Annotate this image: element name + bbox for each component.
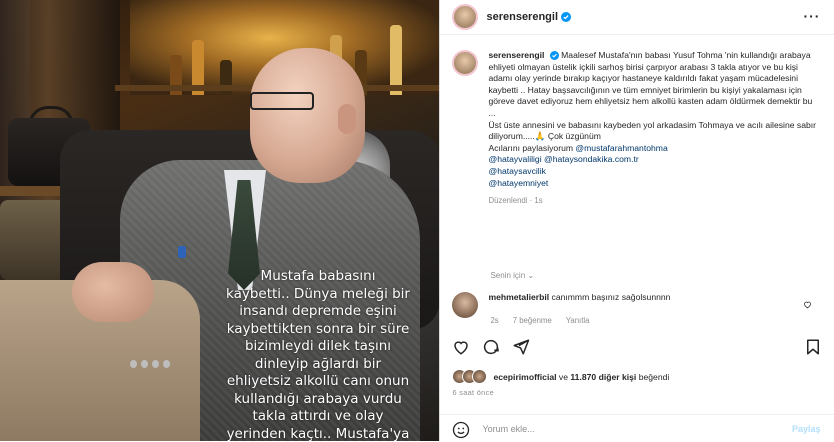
bookmark-icon[interactable] [804,338,822,356]
eyeglasses [250,92,314,110]
emoji-icon[interactable] [452,421,470,439]
author-username[interactable]: serenserengil [486,11,558,23]
comment-reply[interactable]: Yanıtla [566,316,590,325]
comment-time: 2s [490,316,499,325]
mention-link[interactable]: @hatayvaliligi @hataysondakika.com.tr [488,154,816,166]
comment-text: canımmm başınız sağolsunnnn [551,292,671,302]
comment-meta: 2s 7 beğenme Yanıtla [490,316,589,325]
comment-likes[interactable]: 7 beğenme [513,316,552,325]
hands [72,262,154,322]
other-likers-count[interactable]: 11.870 diğer kişi [570,372,636,382]
first-liker[interactable]: ecepirimofficial [493,372,556,382]
commenter-username[interactable]: mehmetalierbil [488,292,549,302]
translation-toggle[interactable]: Senin için ⌄ [490,271,534,280]
liker-avatar [472,369,488,384]
post-timestamp: 6 saat önce [452,388,494,397]
post-header: serenserengil ··· [440,0,834,35]
share-send-icon[interactable] [512,338,530,356]
verified-badge-icon [549,51,559,61]
post-caption: serenserengil Maalesef Mustafa'nın babas… [452,50,822,207]
liker-avatars [452,369,488,384]
sleeve-buttons [130,360,170,370]
like-heart-icon[interactable] [452,338,470,356]
likes-suffix: beğendi [638,371,670,382]
comment-like-icon[interactable] [803,300,812,309]
mention-link[interactable]: @mustafarahmantohma [575,143,667,153]
likes-summary: ecepirimofficial ve 11.870 diğer kişi be… [452,369,669,384]
comment-item: mehmetalierbil canımmm başınız sağolsunn… [452,292,822,318]
edited-timestamp: Düzenlendi · 1s [488,196,543,206]
caption-username[interactable]: serenserengil [488,50,544,60]
action-bar [452,338,822,358]
caption-body: Maalesef Mustafa'nın babası Yusuf Tohma … [488,50,817,153]
side-table [0,186,60,196]
post-image[interactable]: Mustafa babasını kaybetti.. Dünya meleği… [0,0,440,441]
commenter-avatar[interactable] [452,292,479,318]
image-caption: Mustafa babasını kaybetti.. Dünya meleği… [226,268,410,441]
caption-avatar[interactable] [452,50,479,76]
post-panel: serenserengil ··· serenserengil Maalesef… [439,0,834,441]
verified-badge-icon [561,12,572,22]
add-comment-bar: Yorum ekle... Paylaş [440,414,834,442]
man-ear [338,104,356,134]
author-avatar[interactable] [452,4,479,30]
mention-link[interactable]: @hatayemniyet [488,178,816,190]
likes-connector: ve [558,371,568,382]
mention-link[interactable]: @hataysavcilik [488,166,816,178]
comment-bubble-icon[interactable] [482,338,500,356]
post-comment-button[interactable]: Paylaş [792,424,821,434]
comment-input[interactable]: Yorum ekle... [482,424,534,434]
caption-text: serenserengil Maalesef Mustafa'nın babas… [488,50,816,154]
lapel-pin [178,246,186,258]
more-options-icon[interactable]: ··· [803,8,820,24]
